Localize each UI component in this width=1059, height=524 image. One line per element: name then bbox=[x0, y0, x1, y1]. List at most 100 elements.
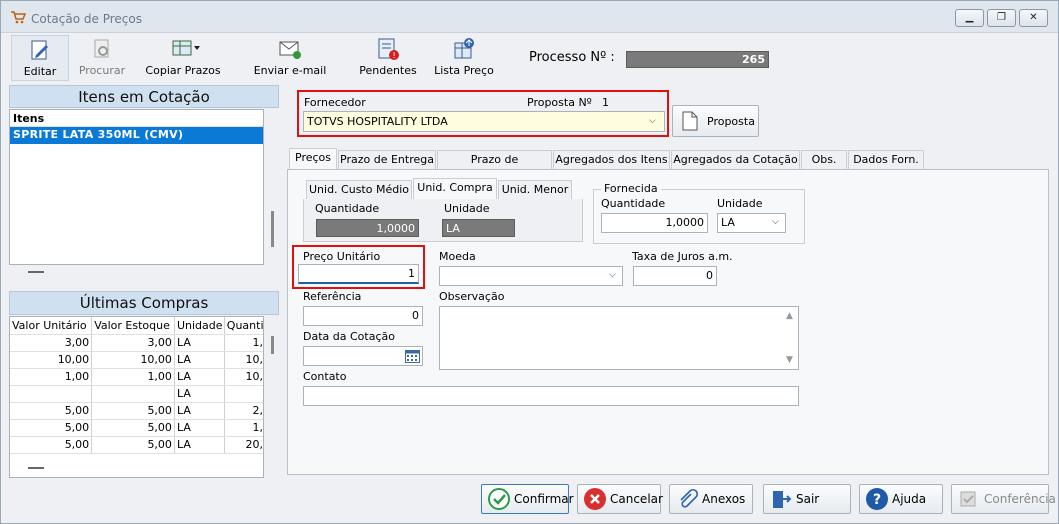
list-item[interactable]: SPRITE LATA 350ML (CMV) bbox=[10, 127, 263, 144]
procurar-button[interactable]: Procurar bbox=[73, 35, 131, 81]
contato-field[interactable] bbox=[303, 386, 799, 406]
fornecedor-label: Fornecedor bbox=[304, 96, 366, 109]
tab-dados-forn[interactable]: Dados Forn. bbox=[848, 150, 924, 170]
tab-precos[interactable]: Preços bbox=[289, 148, 337, 170]
enviar-email-button[interactable]: Enviar e-mail bbox=[251, 35, 329, 81]
column-header[interactable]: Valor Estoque bbox=[91, 317, 175, 335]
tab-agregados-cotacao[interactable]: Agregados da Cotação bbox=[671, 150, 800, 170]
moeda-select[interactable] bbox=[439, 266, 623, 286]
tab-obs[interactable]: Obs. bbox=[801, 150, 847, 170]
paperclip-icon bbox=[676, 488, 699, 510]
cell: LA bbox=[174, 334, 225, 352]
editar-label: Editar bbox=[23, 65, 57, 78]
subtab-unid-compra[interactable]: Unid. Compra bbox=[413, 178, 497, 200]
proposta-button[interactable]: Proposta bbox=[672, 105, 759, 137]
anexos-button[interactable]: Anexos bbox=[669, 484, 753, 514]
confirmar-button[interactable]: Confirmar bbox=[481, 484, 574, 514]
edit-icon bbox=[28, 38, 52, 62]
tab-prazo-entrega[interactable]: Prazo de Entrega bbox=[338, 150, 436, 170]
table-row[interactable]: 1,001,00LA10,00 bbox=[10, 368, 263, 386]
proposta-button-label: Proposta bbox=[707, 115, 755, 128]
pendentes-button[interactable]: ! Pendentes bbox=[353, 35, 423, 81]
subtab-custo-medio[interactable]: Unid. Custo Médio bbox=[306, 180, 412, 200]
contato-label: Contato bbox=[303, 370, 347, 383]
juros-field[interactable]: 0 bbox=[633, 266, 717, 286]
close-button[interactable]: ✕ bbox=[1019, 9, 1048, 27]
preco-field[interactable]: 1 bbox=[298, 264, 419, 284]
observacao-field[interactable] bbox=[439, 306, 799, 370]
itens-scrollbar[interactable] bbox=[271, 211, 274, 247]
copiar-prazos-button[interactable]: Copiar Prazos bbox=[143, 35, 223, 81]
tab-label: Agregados da Cotação bbox=[673, 153, 798, 166]
tab-prazo-pagamento[interactable]: Prazo de Pagamento bbox=[437, 150, 552, 184]
svg-text:!: ! bbox=[393, 51, 396, 60]
tab-label: Unid. Custo Médio bbox=[308, 183, 409, 196]
table-row[interactable]: 5,005,00LA20,00 bbox=[10, 436, 263, 454]
tab-agregados-itens[interactable]: Agregados dos Itens bbox=[553, 150, 670, 170]
cancelar-button[interactable]: Cancelar bbox=[577, 484, 663, 514]
confirmar-label: Confirmar bbox=[514, 492, 574, 506]
chevron-down-icon[interactable]: ⌵ bbox=[609, 270, 616, 280]
ajuda-button[interactable]: ? Ajuda bbox=[859, 484, 943, 514]
column-header[interactable]: Unidade bbox=[174, 317, 225, 335]
tab-label: Unid. Compra bbox=[417, 181, 493, 194]
ajuda-label: Ajuda bbox=[892, 492, 927, 506]
calendar-icon[interactable] bbox=[405, 349, 420, 366]
ultimas-scrollbar[interactable] bbox=[271, 336, 274, 354]
copy-table-icon bbox=[171, 37, 200, 61]
cell: 1,00 bbox=[224, 419, 263, 437]
column-header[interactable]: Quantida bbox=[224, 317, 263, 335]
chevron-down-icon[interactable]: ⌵ bbox=[772, 217, 779, 227]
copiar-prazos-label: Copiar Prazos bbox=[145, 64, 221, 77]
enviar-email-label: Enviar e-mail bbox=[253, 64, 327, 77]
resize-handle[interactable] bbox=[28, 271, 44, 273]
cell: 2,00 bbox=[224, 402, 263, 420]
tab-label: Agregados dos Itens bbox=[555, 153, 668, 166]
pendentes-label: Pendentes bbox=[359, 64, 417, 77]
chevron-down-icon[interactable]: ⌵ bbox=[649, 116, 656, 126]
minimize-button[interactable]: ▁ bbox=[955, 9, 984, 27]
table-row[interactable]: 10,0010,00LA10,00 bbox=[10, 351, 263, 369]
observacao-label: Observação bbox=[439, 290, 505, 303]
cell: LA bbox=[174, 419, 225, 437]
ultimas-panel-title: Últimas Compras bbox=[9, 291, 279, 315]
processo-label: Processo Nº : bbox=[529, 50, 615, 65]
fornecedor-select[interactable]: TOTVS HOSPITALITY LTDA bbox=[303, 111, 665, 132]
fornecida-unidade-label: Unidade bbox=[717, 197, 763, 210]
maximize-button[interactable]: ❐ bbox=[987, 9, 1016, 27]
conferencia-button[interactable]: Conferência bbox=[951, 484, 1056, 514]
cell: 3,00 bbox=[91, 334, 175, 352]
table-row[interactable]: 5,005,00LA2,00 bbox=[10, 402, 263, 420]
resize-handle[interactable] bbox=[28, 467, 44, 469]
cell: 10,00 bbox=[224, 368, 263, 386]
editar-button[interactable]: Editar bbox=[11, 35, 69, 81]
cart-icon bbox=[10, 10, 27, 24]
subtab-unid-menor[interactable]: Unid. Menor bbox=[498, 180, 572, 200]
scroll-up-icon[interactable]: ▲ bbox=[786, 311, 793, 321]
cell: 1,00 bbox=[10, 368, 93, 386]
sair-button[interactable]: Sair bbox=[763, 484, 851, 514]
lista-preco-button[interactable]: Lista Preço bbox=[433, 35, 495, 81]
price-list-icon bbox=[452, 37, 476, 61]
preco-label: Preço Unitário bbox=[303, 250, 381, 263]
conferencia-label: Conferência bbox=[984, 492, 1056, 506]
table-row[interactable]: 3,003,00LA1,00 bbox=[10, 334, 263, 352]
table-row[interactable]: LA bbox=[10, 385, 263, 403]
title-bar: Cotação de Preços ▁ ❐ ✕ bbox=[1, 1, 1058, 33]
data-cotacao-label: Data da Cotação bbox=[303, 330, 395, 343]
table-row[interactable]: 5,005,00LA1,00 bbox=[10, 419, 263, 437]
document-icon bbox=[682, 111, 698, 134]
referencia-field[interactable]: 0 bbox=[303, 306, 423, 326]
unidade-label: Unidade bbox=[444, 202, 490, 215]
cell: 5,00 bbox=[91, 419, 175, 437]
scroll-down-icon[interactable]: ▼ bbox=[786, 355, 793, 365]
column-header[interactable]: Valor Unitário bbox=[10, 317, 93, 335]
email-icon bbox=[278, 37, 302, 61]
cell: 5,00 bbox=[10, 419, 93, 437]
ultimas-grid: Valor Unitário Valor Estoque Unidade Qua… bbox=[9, 316, 264, 478]
cell: 10,00 bbox=[91, 351, 175, 369]
fornecida-quantidade-field[interactable]: 1,0000 bbox=[601, 213, 708, 233]
cell: LA bbox=[174, 385, 225, 403]
cell: LA bbox=[174, 402, 225, 420]
referencia-label: Referência bbox=[303, 290, 362, 303]
